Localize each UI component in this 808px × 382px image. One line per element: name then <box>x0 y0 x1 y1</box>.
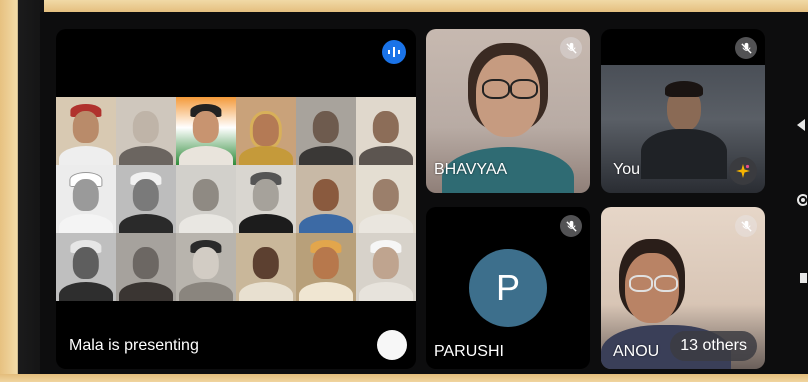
portrait <box>116 165 176 233</box>
shared-screen-collage <box>56 97 416 301</box>
participant-tile-bhavyaa[interactable]: BHAVYAA <box>426 29 590 193</box>
photo-frame-top <box>0 0 808 12</box>
participant-tile-parushi[interactable]: P PARUSHI <box>426 207 590 369</box>
photo-frame-bottom <box>0 374 808 382</box>
avatar: P <box>469 249 547 327</box>
portrait <box>236 233 296 301</box>
portrait <box>356 165 416 233</box>
mic-off-icon <box>560 37 582 59</box>
participant-name: PARUSHI <box>434 343 504 360</box>
participant-tile-anoushka[interactable]: ANOU 13 others <box>601 207 765 369</box>
portrait <box>296 97 356 165</box>
glasses-right <box>510 79 538 99</box>
mic-off-icon <box>560 215 582 237</box>
portrait <box>56 97 116 165</box>
portrait <box>296 233 356 301</box>
portrait <box>116 233 176 301</box>
mic-off-icon <box>735 37 757 59</box>
portrait <box>56 165 116 233</box>
portrait <box>176 97 236 165</box>
portrait <box>116 97 176 165</box>
audio-wave-icon <box>382 40 406 64</box>
portrait <box>56 233 116 301</box>
glasses-left <box>629 275 653 292</box>
presenting-caption: Mala is presenting <box>69 337 199 354</box>
radio-icon[interactable] <box>791 192 807 208</box>
person-shirt <box>641 129 727 179</box>
portrait <box>356 233 416 301</box>
mic-off-icon <box>735 215 757 237</box>
portrait <box>296 165 356 233</box>
portrait <box>356 97 416 165</box>
glasses-right <box>654 275 678 292</box>
participant-tile-you[interactable]: You <box>601 29 765 193</box>
square-icon[interactable] <box>791 270 807 286</box>
sparkle-icon[interactable] <box>729 157 757 185</box>
portrait <box>176 233 236 301</box>
others-count-chip[interactable]: 13 others <box>670 331 757 361</box>
portrait <box>236 165 296 233</box>
glasses-left <box>482 79 510 99</box>
meeting-screen: Mala is presenting BHAVYAA You P PARUSHI <box>40 12 808 374</box>
participant-name: ANOU <box>613 343 660 360</box>
portrait <box>236 97 296 165</box>
chevron-left-icon[interactable] <box>791 117 807 133</box>
participant-name: BHAVYAA <box>434 161 508 178</box>
portrait <box>176 165 236 233</box>
presentation-tile[interactable]: Mala is presenting <box>56 29 416 369</box>
photo-frame-left <box>0 0 44 382</box>
presentation-options-button[interactable] <box>377 330 407 360</box>
person-hair <box>665 81 703 97</box>
participant-name: You <box>613 161 640 178</box>
